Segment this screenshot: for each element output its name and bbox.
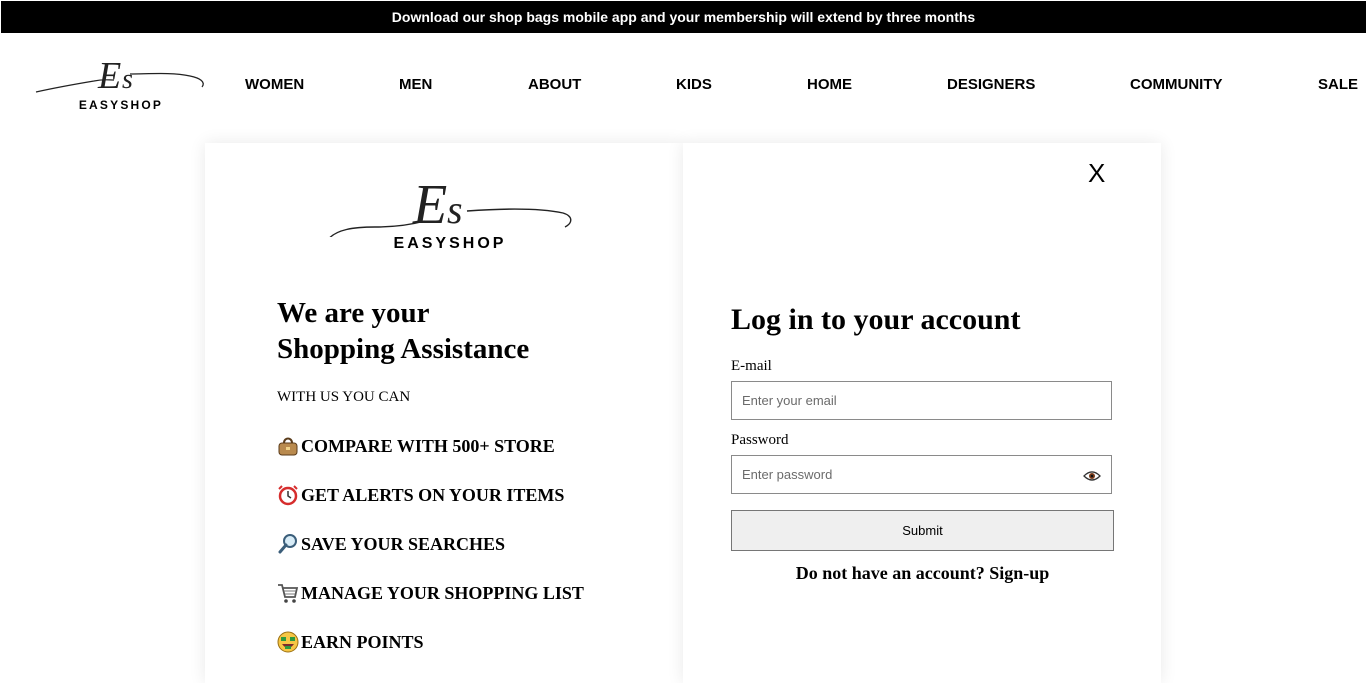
feature-label: COMPARE WITH 500+ STORE: [301, 436, 555, 456]
login-panel: X Log in to your account E-mail Password…: [683, 143, 1161, 683]
assist-subtitle: WITH US YOU CAN: [277, 389, 411, 405]
feature-label: SAVE YOUR SEARCHES: [301, 534, 506, 554]
nav-community[interactable]: COMMUNITY: [1130, 76, 1223, 94]
nav-men[interactable]: MEN: [399, 76, 432, 94]
alarm-clock-icon: [277, 484, 301, 506]
password-field-wrapper: [731, 455, 1112, 494]
eye-icon[interactable]: [1083, 469, 1101, 487]
email-label: E-mail: [731, 358, 772, 374]
svg-text:s: s: [447, 187, 463, 232]
svg-text:s: s: [122, 64, 133, 95]
feature-item: EARN POINTS: [277, 631, 424, 653]
assist-heading-line-2: Shopping Assistance: [277, 333, 530, 365]
assistance-panel: E s EASYSHOP We are your Shopping Assist…: [205, 143, 683, 683]
panel-logo-script-mark: E s: [329, 174, 572, 237]
nav-designers[interactable]: DESIGNERS: [947, 76, 1035, 94]
site-logo[interactable]: E s EASYSHOP: [32, 44, 210, 116]
shopping-cart-icon: [277, 582, 301, 604]
money-face-icon: [277, 631, 301, 653]
feature-item: MANAGE YOUR SHOPPING LIST: [277, 582, 584, 604]
feature-item: SAVE YOUR SEARCHES: [277, 533, 505, 555]
nav-about[interactable]: ABOUT: [528, 76, 581, 94]
feature-label: MANAGE YOUR SHOPPING LIST: [301, 583, 584, 603]
svg-text:E: E: [97, 55, 121, 97]
submit-button[interactable]: Submit: [731, 510, 1114, 551]
logo-brand-text: EASYSHOP: [78, 98, 164, 112]
feature-item: GET ALERTS ON YOUR ITEMS: [277, 484, 564, 506]
announcement-text: Download our shop bags mobile app and yo…: [391, 9, 976, 25]
assist-heading-line-1: We are your: [277, 297, 430, 329]
password-label: Password: [731, 432, 789, 448]
email-field-wrapper: [731, 381, 1112, 420]
magnifier-icon: [277, 533, 301, 555]
nav-sale[interactable]: SALE: [1318, 76, 1358, 94]
feature-label: GET ALERTS ON YOUR ITEMS: [301, 485, 565, 505]
nav-women[interactable]: WOMEN: [245, 76, 304, 94]
close-button[interactable]: X: [1088, 159, 1105, 187]
svg-text:E: E: [412, 174, 447, 236]
assist-heading: We are your Shopping Assistance: [277, 295, 529, 367]
panel-logo: E s EASYSHOP: [325, 161, 575, 257]
panel-logo-brand-text: EASYSHOP: [393, 235, 507, 252]
nav-kids[interactable]: KIDS: [676, 76, 712, 94]
nav-home[interactable]: HOME: [807, 76, 852, 94]
password-input[interactable]: [732, 456, 1072, 493]
signup-link[interactable]: Do not have an account? Sign-up: [731, 563, 1114, 584]
feature-item: COMPARE WITH 500+ STORE: [277, 435, 555, 457]
login-title: Log in to your account: [731, 303, 1021, 336]
logo-script-mark: E s: [35, 55, 204, 97]
feature-label: EARN POINTS: [301, 632, 424, 652]
email-input[interactable]: [732, 382, 1072, 419]
handbag-icon: [277, 435, 301, 457]
announcement-bar: Download our shop bags mobile app and yo…: [1, 1, 1366, 33]
